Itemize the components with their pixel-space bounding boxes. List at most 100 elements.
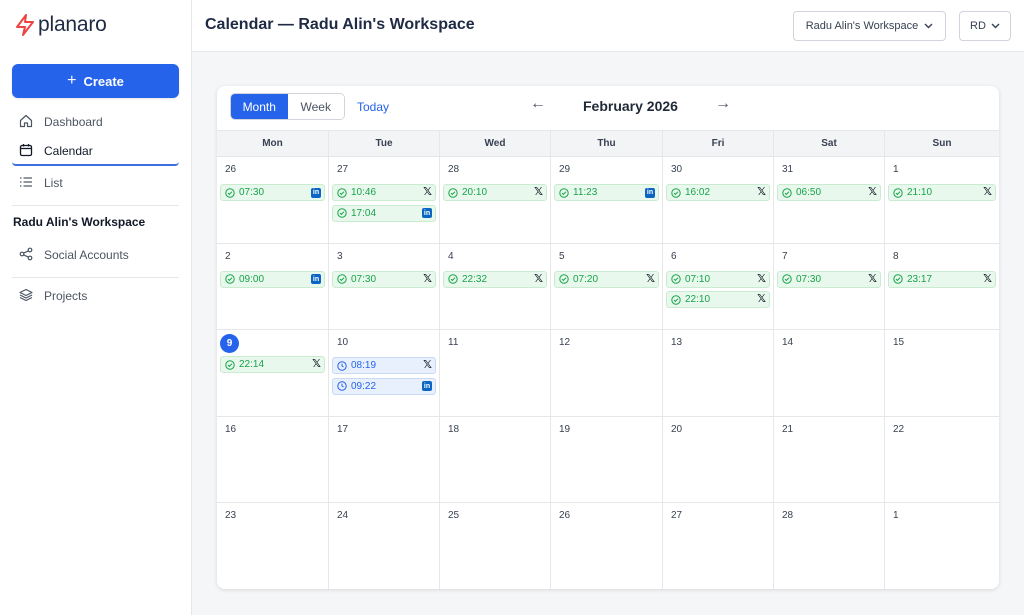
day-cell[interactable]: 1 21:10 𝕏	[885, 157, 999, 243]
check-circle-icon	[448, 274, 458, 284]
post-event[interactable]: 23:17 𝕏	[888, 270, 996, 288]
day-cell[interactable]: 20	[663, 416, 774, 503]
day-number: 11	[448, 337, 459, 349]
post-event[interactable]: 17:04 in	[332, 204, 436, 222]
layers-icon	[19, 288, 33, 305]
sidebar-item-list[interactable]: List	[12, 169, 179, 197]
post-event[interactable]: 10:46 𝕏	[332, 184, 436, 201]
day-cell[interactable]: 27	[663, 503, 774, 589]
post-event[interactable]: 22:10 𝕏	[666, 291, 770, 309]
day-cell[interactable]: 15	[885, 330, 999, 416]
day-cell[interactable]: 3 07:30 𝕏	[329, 243, 440, 330]
day-number: 24	[337, 510, 349, 522]
day-number: 6	[671, 250, 677, 262]
day-cell[interactable]: 5 07:20 𝕏	[551, 243, 663, 330]
post-event[interactable]: 08:19 𝕏	[332, 357, 436, 375]
day-number: 31	[782, 164, 794, 175]
workspace-select[interactable]: Radu Alin's Workspace	[793, 11, 946, 41]
x-logo-icon: 𝕏	[312, 358, 321, 371]
sidebar-item-calendar[interactable]: Calendar	[12, 138, 179, 166]
today-button[interactable]: Today	[357, 100, 389, 114]
week-row: 16 17 18 19 20 21 22	[217, 416, 999, 504]
day-cell[interactable]: 31 06:50 𝕏	[774, 157, 885, 243]
day-number: 27	[671, 510, 683, 522]
x-logo-icon: 𝕏	[868, 186, 877, 198]
post-event[interactable]: 07:20 𝕏	[554, 270, 659, 288]
weekday-label: Thu	[551, 131, 663, 156]
day-cell[interactable]: 7 07:30 𝕏	[774, 243, 885, 330]
day-cell[interactable]: 13	[663, 330, 774, 416]
post-event[interactable]: 07:30 𝕏	[777, 270, 881, 288]
post-event[interactable]: 07:30 in	[220, 184, 325, 201]
day-cell[interactable]: 30 16:02 𝕏	[663, 157, 774, 243]
plus-icon: +	[67, 72, 77, 89]
day-cell[interactable]: 4 22:32 𝕏	[440, 243, 551, 330]
post-event[interactable]: 07:30 𝕏	[332, 270, 436, 288]
day-cell[interactable]: 9 22:14 𝕏	[217, 330, 329, 416]
post-event[interactable]: 22:32 𝕏	[443, 270, 547, 288]
post-event[interactable]: 16:02 𝕏	[666, 184, 770, 201]
user-initials: RD	[970, 20, 986, 32]
sidebar-item-dashboard[interactable]: Dashboard	[12, 108, 179, 136]
day-cell[interactable]: 11	[440, 330, 551, 416]
create-button[interactable]: + Create	[12, 64, 179, 98]
day-cell[interactable]: 2 09:00 in	[217, 243, 329, 330]
day-cell[interactable]: 23	[217, 503, 329, 589]
bolt-icon	[15, 14, 35, 36]
prev-month-button[interactable]: ←	[530, 95, 546, 113]
weekday-header: Mon Tue Wed Thu Fri Sat Sun	[217, 130, 999, 157]
week-view-button[interactable]: Week	[287, 94, 344, 119]
day-cell[interactable]: 27 10:46 𝕏 17:04 in	[329, 157, 440, 243]
post-event[interactable]: 06:50 𝕏	[777, 184, 881, 201]
post-event[interactable]: 22:14 𝕏	[220, 356, 325, 374]
brand-logo[interactable]: planaro	[15, 13, 107, 37]
day-number: 1	[893, 510, 899, 522]
post-event[interactable]: 11:23 in	[554, 184, 659, 201]
sidebar-item-projects[interactable]: Projects	[12, 282, 179, 310]
day-number: 27	[337, 164, 349, 175]
day-cell[interactable]: 26	[551, 503, 663, 589]
x-logo-icon: 𝕏	[534, 186, 543, 198]
post-event[interactable]: 09:00 in	[220, 270, 325, 288]
day-number: 1	[893, 164, 899, 175]
day-cell[interactable]: 14	[774, 330, 885, 416]
post-event[interactable]: 07:10 𝕏	[666, 270, 770, 288]
day-cell[interactable]: 25	[440, 503, 551, 589]
day-number: 3	[337, 250, 343, 262]
workspace-select-value: Radu Alin's Workspace	[805, 20, 919, 32]
day-cell[interactable]: 6 07:10 𝕏 22:10 𝕏	[663, 243, 774, 330]
day-cell[interactable]: 29 11:23 in	[551, 157, 663, 243]
x-logo-icon: 𝕏	[757, 293, 766, 306]
user-menu[interactable]: RD	[959, 11, 1011, 41]
day-cell[interactable]: 1	[885, 503, 999, 589]
post-event[interactable]: 09:22 in	[332, 377, 436, 395]
check-circle-icon	[671, 187, 681, 198]
sidebar-item-social-accounts[interactable]: Social Accounts	[12, 241, 179, 269]
day-cell[interactable]: 8 23:17 𝕏	[885, 244, 999, 330]
day-cell[interactable]: 22	[885, 417, 999, 503]
month-view-button[interactable]: Month	[231, 94, 288, 119]
chevron-down-icon	[991, 20, 1000, 32]
next-month-button[interactable]: →	[715, 95, 731, 113]
day-cell[interactable]: 28	[774, 503, 885, 589]
check-circle-icon	[671, 294, 681, 305]
post-event[interactable]: 20:10 𝕏	[443, 184, 547, 201]
post-event[interactable]: 21:10 𝕏	[888, 184, 996, 201]
day-cell[interactable]: 10 08:19 𝕏 09:22 in	[329, 330, 440, 416]
day-cell[interactable]: 18	[440, 416, 551, 503]
day-number: 28	[448, 164, 460, 175]
day-cell[interactable]: 21	[774, 416, 885, 503]
day-cell[interactable]: 24	[329, 503, 440, 589]
day-cell[interactable]: 17	[329, 416, 440, 503]
day-cell[interactable]: 12	[551, 330, 663, 416]
day-cell[interactable]: 19	[551, 416, 663, 503]
day-cell[interactable]: 16	[217, 416, 329, 503]
event-time: 21:10	[907, 187, 933, 198]
check-circle-icon	[448, 187, 458, 198]
sidebar-divider	[12, 205, 179, 206]
day-number: 17	[337, 423, 349, 435]
event-time: 07:30	[796, 273, 822, 285]
day-cell[interactable]: 26 07:30 in	[217, 157, 329, 243]
day-cell[interactable]: 28 20:10 𝕏	[440, 157, 551, 243]
week-row: 9 22:14 𝕏 10 08:19 𝕏 09:22 in 11 12 13 14 15	[217, 330, 999, 417]
